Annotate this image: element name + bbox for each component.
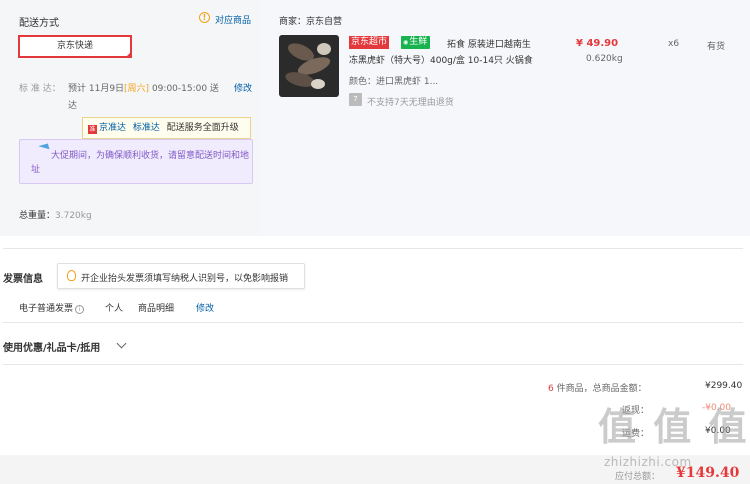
- invoice-detail: 商品明细: [138, 304, 175, 314]
- related-goods-link[interactable]: 对应商品: [215, 13, 251, 26]
- product-color: 颜色：进口黑虎虾 1...: [349, 77, 439, 87]
- no-return-text: 不支持7天无理由退货: [367, 98, 454, 108]
- order-page: 配送方式 ! 对应商品 京东快递 标 准 达： 预计 11月9日[周六] 09:…: [0, 0, 750, 484]
- eta-label: 标 准 达：: [19, 84, 61, 94]
- product-weight: 0.620kg: [586, 54, 623, 64]
- invoice-title: 发票信息: [3, 274, 43, 285]
- eta-weekday: [周六]: [124, 84, 150, 94]
- warning-icon: !: [199, 12, 210, 23]
- pay-label: 应付总额：: [615, 472, 661, 482]
- product-title-line2[interactable]: 冻黑虎虾（特大号）400g/盒 10-14只 火锅食: [349, 53, 533, 66]
- product-title-line1[interactable]: 拓食 原装进口越南生: [447, 37, 531, 50]
- delivery-edit-link[interactable]: 修改: [234, 81, 252, 94]
- invoice-edit-link[interactable]: 修改: [196, 301, 214, 314]
- info-icon[interactable]: i: [75, 305, 85, 314]
- divider-top: [3, 248, 743, 249]
- delivery-method-option[interactable]: 京东快递: [18, 35, 132, 58]
- watermark-logo: 值 值 值: [598, 405, 749, 449]
- shop-label: 商家：京东自营: [279, 17, 343, 27]
- invoice-type: 电子普通发票 i: [19, 301, 85, 314]
- product-price: ¥ 49.90: [576, 38, 619, 49]
- divider-bottom: [3, 364, 743, 365]
- jzd-brand: 京准达: [99, 123, 127, 133]
- eta-value-line2: 达: [68, 101, 78, 111]
- bulb-icon: [67, 270, 76, 281]
- promo-text: 大促期间，为确保顺利收货，请留意配送时间和地址: [31, 151, 250, 175]
- product-qty: x6: [668, 39, 680, 49]
- summary-total-goods: ¥299.40: [705, 381, 743, 391]
- jzd-icon: 准: [88, 125, 97, 134]
- eta-value: 预计 11月9日[周六] 09:00-15:00 送: [68, 84, 219, 94]
- total-weight-label: 总重量：: [19, 211, 56, 221]
- watermark-url: zhizhizhi.com: [604, 455, 692, 469]
- promo-notice: 大促期间，为确保顺利收货，请留意配送时间和地址: [19, 139, 253, 184]
- coupons-toggle[interactable]: 使用优惠/礼品卡/抵用: [3, 339, 100, 354]
- invoice-payer: 个人: [105, 304, 124, 314]
- product-image[interactable]: [279, 35, 339, 97]
- invoice-tip-text: 开企业抬头发票须填写纳税人识别号，以免影响报销: [81, 274, 289, 284]
- delivery-section-title: 配送方式: [19, 18, 59, 29]
- no-return-icon: 7: [349, 93, 362, 106]
- tag-fresh: ◉生鲜: [401, 36, 431, 49]
- total-weight-value: 3.720kg: [55, 211, 92, 221]
- bzd-brand: 标准达: [132, 123, 160, 133]
- total-weight: 总重量：3.720kg: [19, 208, 92, 221]
- tag-jd-supermarket: 京东超市: [349, 36, 390, 49]
- divider-mid: [3, 322, 743, 323]
- upgrade-tip: 准京准达 标准达 配送服务全面升级: [82, 117, 251, 139]
- product-stock: 有货: [707, 42, 726, 52]
- invoice-tip: 开企业抬头发票须填写纳税人识别号，以免影响报销: [57, 263, 305, 289]
- summary-count: 6 件商品，总商品金额：: [548, 384, 647, 394]
- upgrade-tip-text: 配送服务全面升级: [166, 123, 239, 133]
- chevron-down-icon[interactable]: [116, 338, 127, 349]
